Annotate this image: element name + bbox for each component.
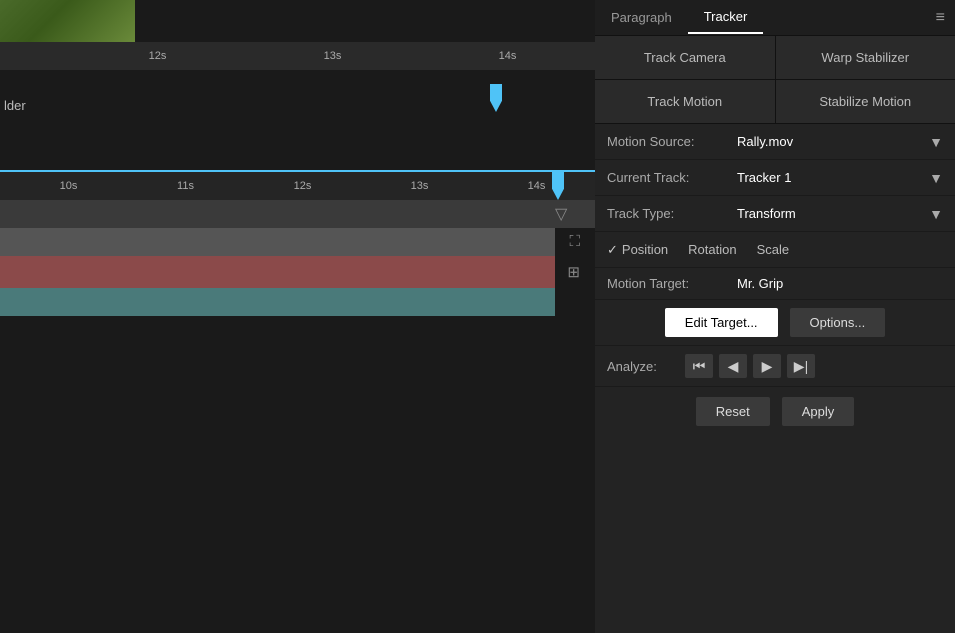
track-motion-button[interactable]: Track Motion — [595, 80, 776, 123]
ruler-mark-14s: 14s — [420, 50, 595, 62]
panel-menu-icon[interactable]: ≡ — [936, 9, 945, 27]
rotation-label: Rotation — [688, 242, 736, 257]
motion-target-value: Mr. Grip — [737, 276, 943, 291]
top-label: lder — [0, 98, 26, 113]
position-label: Position — [622, 242, 668, 257]
edit-target-button[interactable]: Edit Target... — [665, 308, 778, 337]
action-buttons-row: Edit Target... Options... — [595, 300, 955, 346]
top-playhead[interactable] — [490, 84, 502, 112]
ruler-mark-13s: 13s — [245, 50, 420, 62]
analyze-row: Analyze: ⏮ ◀ ▶ ▶| — [595, 346, 955, 387]
analyze-forward-button[interactable]: ▶ — [753, 354, 781, 378]
motion-source-row: Motion Source: Rally.mov ▼ — [595, 124, 955, 160]
track-type-label: Track Type: — [607, 206, 737, 221]
ruler-mark-13s-b: 13s — [361, 180, 478, 192]
motion-source-dropdown-icon[interactable]: ▼ — [929, 134, 943, 150]
ruler-mark-12s: 12s — [70, 50, 245, 62]
tab-paragraph[interactable]: Paragraph — [595, 2, 688, 33]
tab-tracker[interactable]: Tracker — [688, 1, 764, 34]
bottom-buttons-row: Reset Apply — [595, 387, 955, 436]
tracker-body: Track Camera Warp Stabilizer Track Motio… — [595, 36, 955, 436]
track-medium[interactable] — [0, 228, 555, 256]
position-checkbox[interactable]: Position — [607, 242, 668, 258]
track-gray-top[interactable]: ▽ — [0, 200, 595, 228]
current-track-row: Current Track: Tracker 1 ▼ — [595, 160, 955, 196]
analyze-back-button[interactable]: ◀ — [719, 354, 747, 378]
scale-label: Scale — [757, 242, 790, 257]
rotation-checkbox[interactable]: Rotation — [688, 242, 736, 257]
left-panel: 12s 13s 14s lder 10s 11s 12s 13s 14s ▽ — [0, 0, 595, 633]
track-area: ▽ ⛶ ⊞ — [0, 200, 595, 316]
track-camera-button[interactable]: Track Camera — [595, 36, 776, 79]
track-options-row: Position Rotation Scale — [595, 232, 955, 268]
current-track-label: Current Track: — [607, 170, 737, 185]
analyze-rewind-button[interactable]: ⏮ — [685, 354, 713, 378]
analyze-fastforward-button[interactable]: ▶| — [787, 354, 815, 378]
ruler-mark-10s: 10s — [10, 180, 127, 192]
motion-source-label: Motion Source: — [607, 134, 737, 149]
stabilize-motion-button[interactable]: Stabilize Motion — [776, 80, 955, 123]
ruler-mark-12s-b: 12s — [244, 180, 361, 192]
panel-header: Paragraph Tracker ≡ — [595, 0, 955, 36]
bottom-timeline: 10s 11s 12s 13s 14s ▽ ⛶ ⊞ — [0, 170, 595, 633]
top-timeline: 12s 13s 14s lder — [0, 0, 595, 170]
tracker-second-buttons: Track Motion Stabilize Motion — [595, 80, 955, 124]
right-panel: Paragraph Tracker ≡ Track Camera Warp St… — [595, 0, 955, 633]
track-red[interactable] — [0, 256, 555, 288]
motion-target-row: Motion Target: Mr. Grip — [595, 268, 955, 300]
bottom-playhead[interactable] — [552, 172, 564, 200]
reset-button[interactable]: Reset — [696, 397, 770, 426]
tracker-top-buttons: Track Camera Warp Stabilizer — [595, 36, 955, 80]
track-red-icon: ⊞ — [567, 263, 580, 281]
motion-source-value: Rally.mov — [737, 134, 925, 149]
apply-button[interactable]: Apply — [782, 397, 855, 426]
track-gray-icon: ▽ — [555, 204, 575, 224]
ruler-mark-14s-b: 14s — [478, 180, 595, 192]
scale-checkbox[interactable]: Scale — [757, 242, 790, 257]
analyze-label: Analyze: — [607, 359, 677, 374]
top-ruler: 12s 13s 14s — [0, 42, 595, 70]
video-thumbnail — [0, 0, 135, 42]
warp-stabilizer-button[interactable]: Warp Stabilizer — [776, 36, 955, 79]
current-track-dropdown-icon[interactable]: ▼ — [929, 170, 943, 186]
ruler-mark-11s: 11s — [127, 180, 244, 192]
analyze-controls: ⏮ ◀ ▶ ▶| — [685, 354, 815, 378]
current-track-value: Tracker 1 — [737, 170, 925, 185]
track-teal[interactable] — [0, 288, 555, 316]
track-type-dropdown-icon[interactable]: ▼ — [929, 206, 943, 222]
bottom-ruler: 10s 11s 12s 13s 14s — [0, 172, 595, 200]
track-type-row: Track Type: Transform ▼ — [595, 196, 955, 232]
track-type-value: Transform — [737, 206, 925, 221]
motion-target-label: Motion Target: — [607, 276, 737, 291]
options-button[interactable]: Options... — [790, 308, 886, 337]
track-medium-icon: ⛶ — [569, 233, 580, 250]
